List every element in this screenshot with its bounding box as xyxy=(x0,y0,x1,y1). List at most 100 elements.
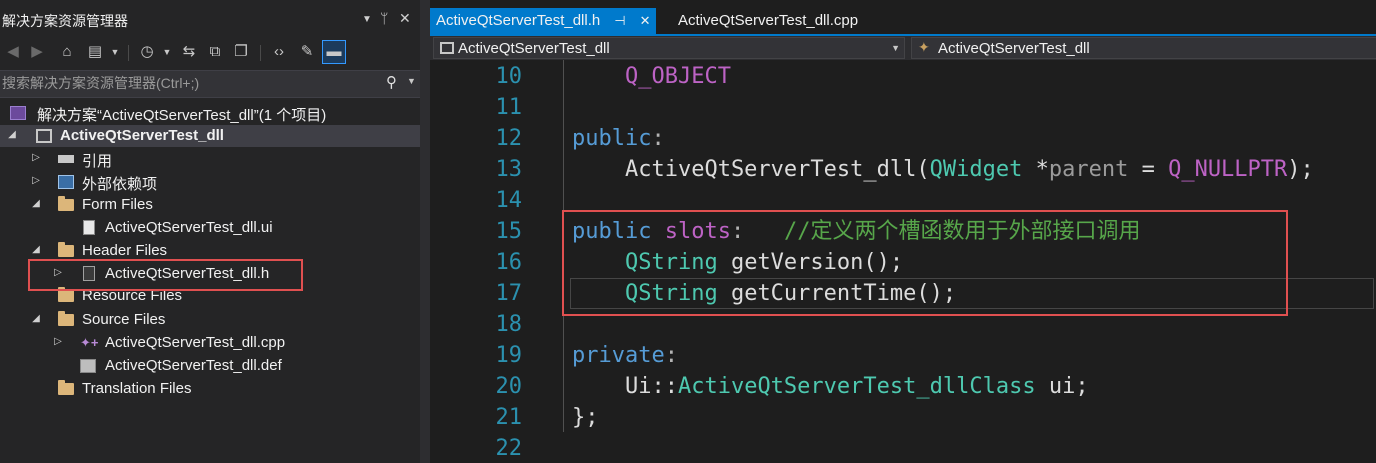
tree-node-source-files[interactable]: ◢ Source Files xyxy=(0,309,420,331)
history-icon[interactable]: ◷ xyxy=(136,41,158,63)
tree-node-ui-file[interactable]: ActiveQtServerTest_dll.ui xyxy=(0,217,420,239)
code-token: parent xyxy=(1048,157,1129,182)
tree-node-cpp-file[interactable]: ▷ ✦+ ActiveQtServerTest_dll.cpp xyxy=(0,332,420,354)
view-code-icon[interactable]: ‹› xyxy=(268,41,290,63)
tree-node-label: ActiveQtServerTest_dll.def xyxy=(105,357,282,374)
navigation-bar: ActiveQtServerTest_dll ▼ ✦ ActiveQtServe… xyxy=(430,36,1376,60)
panel-dropdown-icon[interactable]: ▼ xyxy=(362,14,372,25)
code-line[interactable]: }; xyxy=(572,402,599,433)
line-number: 16 xyxy=(495,250,523,275)
tree-node-references[interactable]: ▷ 引用 xyxy=(0,148,420,170)
cpp-file-icon: ✦+ xyxy=(80,335,99,350)
tab-label: ActiveQtServerTest_dll.cpp xyxy=(678,12,859,29)
project-icon xyxy=(36,129,52,143)
panel-splitter[interactable] xyxy=(420,0,430,463)
search-input[interactable] xyxy=(2,73,372,93)
tree-node-label: Header Files xyxy=(82,242,168,259)
solution-explorer-toolbar: ◀ ▶ ⌂ ▤ ▼ ◷ ▼ ⇆ ⧉ ❐ ‹› ✎ ▬ xyxy=(0,37,420,67)
scope-dropdown[interactable]: ✦ ActiveQtServerTest_dll xyxy=(911,37,1376,59)
back-icon[interactable]: ◀ xyxy=(2,41,24,63)
search-options-dropdown-icon[interactable]: ▼ xyxy=(407,76,416,86)
collapsed-arrow-icon[interactable]: ▷ xyxy=(30,152,42,163)
annotation-highlight-box xyxy=(562,210,1288,316)
code-token: }; xyxy=(572,405,599,430)
collapsed-arrow-icon[interactable]: ▷ xyxy=(52,336,64,347)
line-number: 12 xyxy=(495,126,523,151)
tree-node-label: Translation Files xyxy=(82,380,192,397)
close-tab-icon[interactable]: ✕ xyxy=(640,8,651,34)
code-token: : xyxy=(664,343,678,368)
expanded-arrow-icon[interactable]: ◢ xyxy=(30,198,42,209)
toolbar-separator xyxy=(260,45,261,61)
project-dropdown-value: ActiveQtServerTest_dll xyxy=(458,40,610,57)
def-file-icon xyxy=(80,359,96,373)
class-icon: ✦ xyxy=(918,39,930,55)
collapse-all-icon[interactable]: ⧉ xyxy=(204,41,226,63)
solution-icon xyxy=(10,106,26,120)
project-dropdown[interactable]: ActiveQtServerTest_dll ▼ xyxy=(433,37,905,59)
code-token: ); xyxy=(1287,157,1314,182)
tree-node-form-files[interactable]: ◢ Form Files xyxy=(0,194,420,216)
search-icon[interactable]: ⚲ xyxy=(386,73,397,91)
document-tabs: ActiveQtServerTest_dll.h ⊣ ✕ ActiveQtServe… xyxy=(430,8,1376,34)
code-token: Ui:: xyxy=(572,374,678,399)
tab-header-file[interactable]: ActiveQtServerTest_dll.h ⊣ ✕ xyxy=(430,8,657,34)
tree-node-label: 解决方案“ActiveQtServerTest_dll”(1 个项目) xyxy=(37,107,327,124)
toolbar-separator xyxy=(128,45,129,61)
code-token: * xyxy=(1022,157,1049,182)
switch-views-dropdown-icon[interactable]: ▼ xyxy=(104,41,126,63)
code-line[interactable]: Q_OBJECT xyxy=(572,61,731,92)
collapsed-arrow-icon[interactable]: ▷ xyxy=(30,175,42,186)
pin-icon[interactable]: ᛘ xyxy=(380,10,388,26)
pin-tab-icon[interactable]: ⊣ xyxy=(614,8,625,34)
scope-dropdown-value: ActiveQtServerTest_dll xyxy=(938,40,1090,57)
close-panel-icon[interactable]: ✕ xyxy=(399,10,411,27)
history-dropdown-icon[interactable]: ▼ xyxy=(156,41,178,63)
tree-node-project[interactable]: ◢ ActiveQtServerTest_dll xyxy=(0,125,420,147)
line-number: 20 xyxy=(495,374,523,399)
folder-icon xyxy=(58,196,74,211)
tree-node-label: ActiveQtServerTest_dll.ui xyxy=(105,219,273,236)
forward-icon[interactable]: ▶ xyxy=(26,41,48,63)
properties-icon[interactable]: ✎ xyxy=(296,41,318,63)
tree-node-solution[interactable]: 解决方案“ActiveQtServerTest_dll”(1 个项目) xyxy=(0,102,420,124)
code-editor: ActiveQtServerTest_dll.h ⊣ ✕ ActiveQtServe… xyxy=(430,0,1376,463)
code-line[interactable]: private: xyxy=(572,340,678,371)
tree-node-translation-files[interactable]: Translation Files xyxy=(0,378,420,400)
switch-views-icon[interactable]: ▤ xyxy=(84,41,106,63)
tab-cpp-file[interactable]: ActiveQtServerTest_dll.cpp xyxy=(672,8,864,34)
expanded-arrow-icon[interactable]: ◢ xyxy=(6,129,18,140)
folder-icon xyxy=(58,242,74,257)
code-line[interactable]: ActiveQtServerTest_dll(QWidget *parent =… xyxy=(572,154,1314,185)
annotation-highlight-box xyxy=(28,259,303,291)
code-token: QWidget xyxy=(929,157,1023,182)
references-icon xyxy=(58,155,74,163)
line-number: 14 xyxy=(495,188,523,213)
sync-icon[interactable]: ⇆ xyxy=(178,41,200,63)
code-line[interactable]: public: xyxy=(572,123,665,154)
project-icon xyxy=(440,42,454,54)
show-all-files-icon[interactable]: ❐ xyxy=(230,41,252,63)
expanded-arrow-icon[interactable]: ◢ xyxy=(30,313,42,324)
tree-node-label: 引用 xyxy=(82,153,113,170)
code-token: private xyxy=(572,343,665,368)
home-icon[interactable]: ⌂ xyxy=(56,41,78,63)
external-deps-icon xyxy=(58,175,74,189)
tree-node-def-file[interactable]: ActiveQtServerTest_dll.def xyxy=(0,355,420,377)
solution-search-box: ⚲ ▼ xyxy=(0,70,420,98)
code-token: ui; xyxy=(1035,374,1089,399)
expanded-arrow-icon[interactable]: ◢ xyxy=(30,244,42,255)
solution-explorer-title: 解决方案资源管理器 xyxy=(2,13,128,29)
preview-icon[interactable]: ▬ xyxy=(322,40,346,64)
tree-node-external-deps[interactable]: ▷ 外部依赖项 xyxy=(0,171,420,193)
chevron-down-icon: ▼ xyxy=(891,43,900,53)
code-line[interactable]: Ui::ActiveQtServerTest_dllClass ui; xyxy=(572,371,1089,402)
code-area[interactable]: 10 Q_OBJECT 11 12 public: 13 ActiveQtServerT… xyxy=(430,60,1376,463)
tab-label: ActiveQtServerTest_dll.h xyxy=(436,12,601,29)
line-number: 17 xyxy=(495,281,523,306)
code-token: = xyxy=(1128,157,1169,182)
code-token: Q_NULLPTR xyxy=(1168,157,1288,182)
tree-node-label: ActiveQtServerTest_dll.cpp xyxy=(105,334,286,351)
line-number: 13 xyxy=(495,157,523,182)
